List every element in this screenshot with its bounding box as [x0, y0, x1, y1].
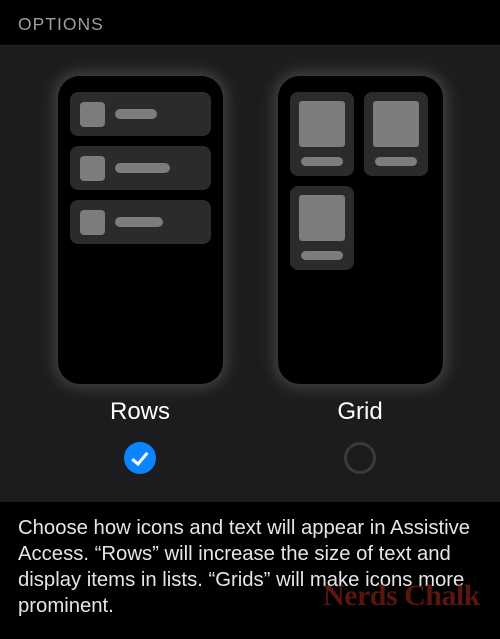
placeholder-icon: [80, 210, 105, 235]
list-item: [70, 92, 211, 136]
section-header: OPTIONS: [0, 0, 500, 46]
placeholder-text: [301, 251, 343, 260]
list-item: [70, 146, 211, 190]
rows-preview: [58, 76, 223, 384]
option-grid[interactable]: Grid: [278, 76, 443, 474]
section-footer: Choose how icons and text will appear in…: [0, 502, 500, 630]
option-label-grid: Grid: [337, 398, 382, 426]
option-label-rows: Rows: [110, 398, 170, 426]
grid-wrap: [290, 92, 431, 270]
grid-item: [364, 92, 428, 176]
section-title: OPTIONS: [18, 14, 482, 35]
placeholder-text: [375, 157, 417, 166]
footer-text: Choose how icons and text will appear in…: [18, 517, 470, 617]
placeholder-text: [115, 109, 157, 119]
placeholder-icon: [373, 101, 419, 147]
grid-preview: [278, 76, 443, 384]
radio-rows[interactable]: [124, 442, 156, 474]
placeholder-icon: [299, 101, 345, 147]
placeholder-text: [301, 157, 343, 166]
list-item: [70, 200, 211, 244]
radio-grid[interactable]: [344, 442, 376, 474]
checkmark-icon: [131, 448, 148, 466]
layout-options-panel: Rows Grid: [0, 46, 500, 502]
placeholder-icon: [299, 195, 345, 241]
grid-item: [290, 92, 354, 176]
placeholder-icon: [80, 102, 105, 127]
grid-item: [290, 186, 354, 270]
placeholder-icon: [80, 156, 105, 181]
placeholder-text: [115, 217, 163, 227]
placeholder-text: [115, 163, 170, 173]
option-rows[interactable]: Rows: [58, 76, 223, 474]
